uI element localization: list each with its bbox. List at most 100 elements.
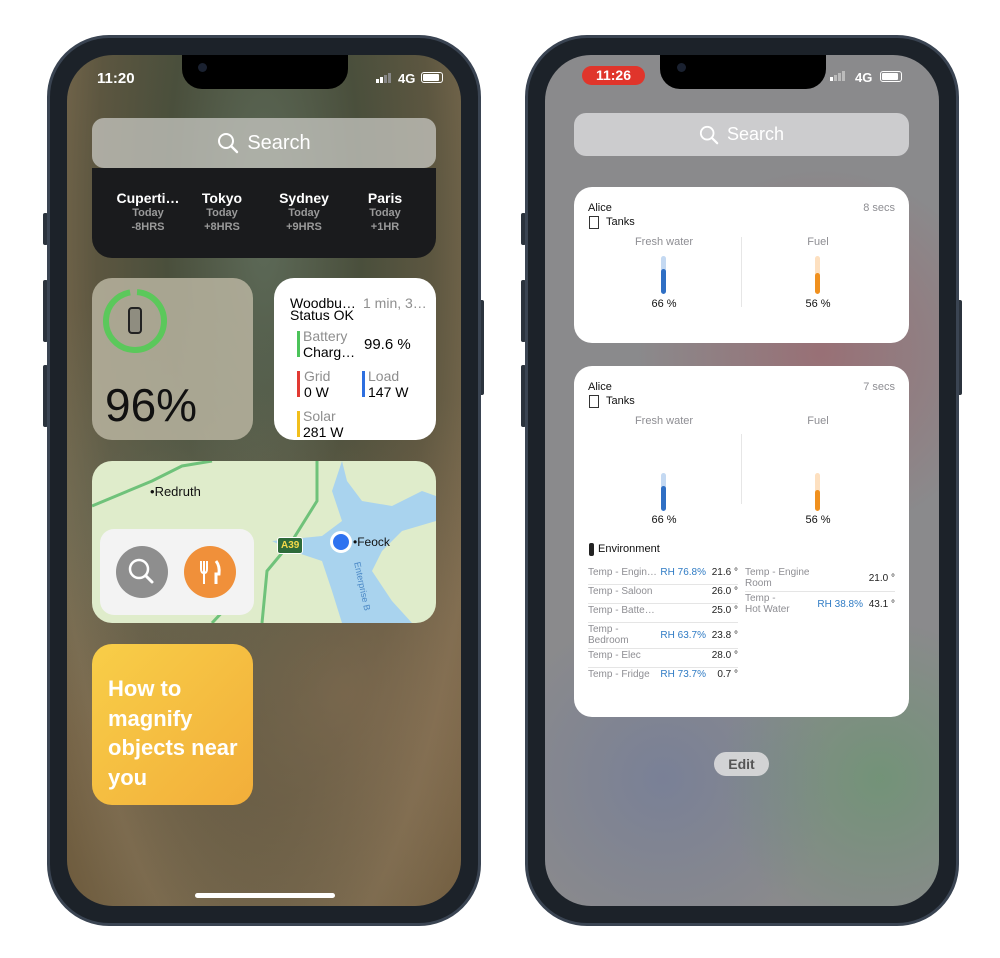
temperature-value: 26.0 ° — [711, 586, 738, 597]
solar-label: Solar — [303, 408, 336, 424]
sensor-name-line2: Bedroom — [588, 635, 629, 646]
battery-color-bar — [297, 331, 300, 357]
signal-icon — [376, 73, 391, 83]
grid-color-bar — [297, 371, 300, 397]
status-time[interactable]: 11:26 — [582, 66, 645, 85]
iphone-icon — [128, 307, 142, 334]
sensor-name: Temp - Engine — [745, 567, 810, 578]
tank-name: Fresh water — [634, 236, 694, 248]
environment-row[interactable]: Temp - Engin… RH 76.8% 21.6 ° — [588, 566, 738, 585]
city-day: Today — [132, 207, 164, 219]
search-bar[interactable]: Search — [574, 113, 909, 156]
updated-time: 1 min, 3… — [363, 295, 427, 311]
battery-percent: 96% — [105, 379, 198, 431]
sensor-name: Temp - Elec — [588, 650, 641, 661]
sensor-name: Temp - Engin… — [588, 567, 657, 578]
camera-icon — [198, 63, 207, 72]
battery-label: Battery — [303, 328, 348, 344]
edit-button[interactable]: Edit — [714, 752, 769, 776]
city-sydney: Sydney Today +9HRS — [264, 190, 344, 234]
temperature-value: 28.0 ° — [711, 650, 738, 661]
search-bar[interactable]: Search — [92, 118, 436, 168]
city-offset: +9HRS — [286, 221, 322, 233]
city-name: Cuperti… — [116, 190, 180, 206]
temperature-value: 21.6 ° — [711, 567, 738, 578]
city-day: Today — [206, 207, 238, 219]
humidity-value: RH 73.7% — [660, 669, 706, 680]
place-feock[interactable]: •Feock — [353, 535, 390, 549]
maps-quick-actions — [100, 529, 254, 615]
divider — [741, 434, 742, 504]
fork-knife-icon — [200, 560, 221, 584]
tips-widget[interactable]: How to magnify objects near you — [92, 644, 253, 805]
temperature-value: 43.1 ° — [868, 599, 895, 610]
temperature-value: 0.7 ° — [717, 669, 738, 680]
tank-level: 66 % — [651, 298, 677, 310]
maps-widget[interactable]: •Redruth A39 •Feock Enterprise B — [92, 461, 436, 623]
tank-name: Fresh water — [634, 415, 694, 427]
environment-row[interactable]: Temp - Engine Room 21.0 ° — [745, 566, 895, 592]
search-icon — [218, 133, 239, 154]
maps-search-button[interactable] — [116, 546, 168, 598]
city-cupertino: Cuperti… Today -8HRS — [108, 190, 188, 234]
tank-icon — [589, 216, 599, 229]
battery-widget[interactable]: 96% — [92, 278, 253, 440]
search-placeholder: Search — [247, 131, 311, 154]
humidity-value: RH 76.8% — [660, 567, 706, 578]
victron-widget[interactable]: Woodbu… 1 min, 3… Status OK Battery Char… — [274, 278, 436, 440]
fuel-bar — [815, 473, 820, 511]
fresh-water-bar — [661, 473, 666, 511]
tank-level: 56 % — [805, 298, 831, 310]
city-day: Today — [288, 207, 320, 219]
environment-row[interactable]: Temp - Elec 28.0 ° — [588, 649, 738, 668]
city-tokyo: Tokyo Today +8HRS — [182, 190, 262, 234]
humidity-value: RH 63.7% — [660, 630, 706, 641]
network-label: 4G — [398, 71, 416, 86]
battery-state: Charg… — [303, 344, 356, 360]
fresh-water-bar — [661, 256, 666, 294]
world-clock-widget[interactable]: Cuperti… Today -8HRS Tokyo Today +8HRS Sydne… — [92, 168, 436, 258]
battery-icon — [880, 71, 902, 82]
sensor-name: Temp - — [588, 624, 619, 635]
temperature-value: 21.0 ° — [868, 573, 895, 584]
owner-name: Alice — [588, 202, 612, 214]
load-color-bar — [362, 371, 365, 397]
environment-row[interactable]: Temp - Fridge RH 73.7% 0.7 ° — [588, 668, 738, 686]
home-indicator[interactable] — [195, 893, 335, 898]
thermometer-icon — [589, 543, 594, 556]
battery-icon — [421, 72, 443, 83]
status-text: Status OK — [290, 307, 354, 323]
environment-row[interactable]: Temp - Hot Water RH 38.8% 43.1 ° — [745, 592, 895, 617]
camera-icon — [677, 63, 686, 72]
solar-value: 281 W — [303, 424, 344, 440]
environment-title: Environment — [598, 543, 660, 555]
sensor-name-line2: Hot Water — [745, 604, 790, 615]
maps-restaurants-button[interactable] — [184, 546, 236, 598]
tank-level: 56 % — [805, 514, 831, 526]
update-age: 8 secs — [863, 202, 895, 214]
tanks-widget-large[interactable]: Alice 7 secs Tanks Fresh water 66 % Fuel… — [574, 366, 909, 717]
environment-row[interactable]: Temp - Saloon 26.0 ° — [588, 585, 738, 604]
place-redruth[interactable]: •Redruth — [150, 484, 201, 499]
update-age: 7 secs — [863, 381, 895, 393]
section-title: Tanks — [606, 395, 635, 407]
fuel-fill — [815, 272, 820, 294]
environment-row[interactable]: Temp - Bedroom RH 63.7% 23.8 ° — [588, 623, 738, 649]
signal-icon — [830, 71, 845, 81]
search-placeholder: Search — [726, 124, 785, 144]
fresh-water-fill — [661, 268, 666, 294]
tank-level: 66 % — [651, 514, 677, 526]
temperature-value: 23.8 ° — [711, 630, 738, 641]
city-name: Paris — [367, 190, 403, 206]
notch — [182, 55, 348, 89]
fuel-fill — [815, 489, 820, 511]
current-location-dot — [330, 531, 352, 553]
road-sign: A39 — [277, 537, 304, 554]
environment-row[interactable]: Temp - Batte… 25.0 ° — [588, 604, 738, 623]
network-label: 4G — [855, 70, 873, 85]
city-day: Today — [369, 207, 401, 219]
fuel-bar — [815, 256, 820, 294]
status-time: 11:20 — [97, 70, 135, 87]
tanks-widget-small[interactable]: Alice 8 secs Tanks Fresh water 66 % Fuel… — [574, 187, 909, 343]
tank-name: Fuel — [807, 415, 829, 427]
